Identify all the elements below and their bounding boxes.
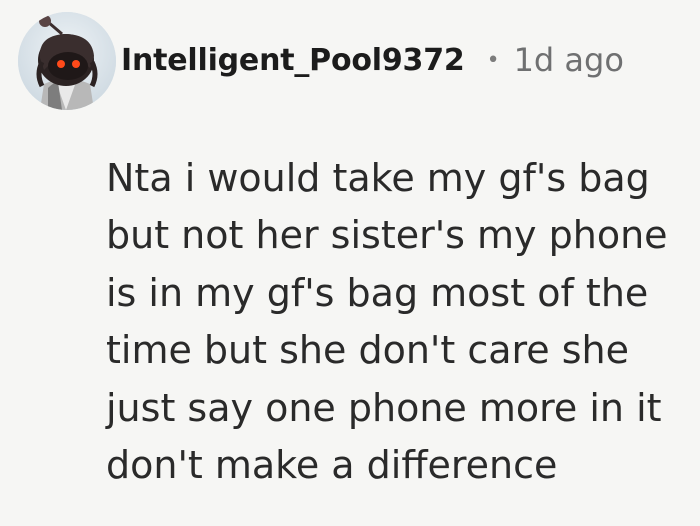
comment-body-text: Nta i would take my gf's bag but not her…: [106, 156, 668, 488]
user-avatar-icon: [18, 12, 116, 110]
comment-card: Intelligent_Pool9372 • 1d ago Nta i woul…: [0, 0, 700, 526]
author-username[interactable]: Intelligent_Pool9372: [121, 43, 465, 78]
comment-timestamp[interactable]: 1d ago: [514, 41, 624, 79]
meta-separator: •: [486, 47, 500, 73]
comment-header: Intelligent_Pool9372 • 1d ago: [121, 38, 624, 82]
user-avatar[interactable]: [18, 12, 116, 110]
